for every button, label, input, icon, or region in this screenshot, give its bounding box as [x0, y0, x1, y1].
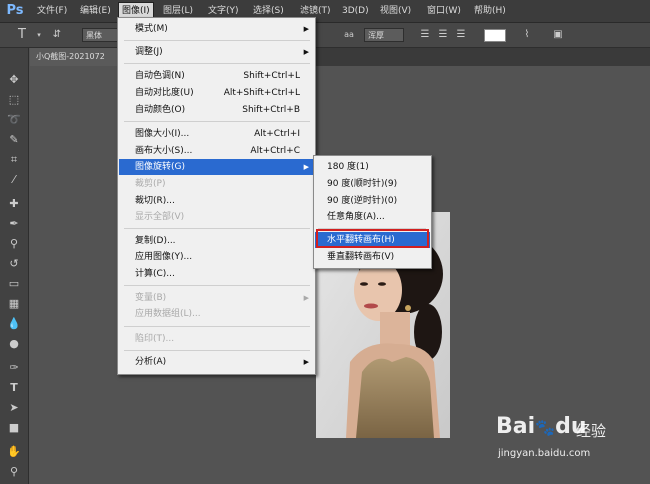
- healing-brush-tool-icon[interactable]: ✚: [5, 196, 23, 212]
- dodge-tool-icon[interactable]: ●: [5, 336, 23, 352]
- align-right-icon[interactable]: ☰: [454, 28, 468, 42]
- menu-item-apply-data-set: 应用数据组(L)...: [135, 309, 201, 319]
- menu-separator: [124, 350, 310, 351]
- menu-separator: [124, 63, 310, 64]
- path-selection-tool-icon[interactable]: ➤: [5, 400, 23, 416]
- submenu-arrow-icon: ▶: [303, 358, 309, 366]
- hand-tool-icon[interactable]: ✋: [5, 444, 23, 460]
- crop-tool-icon[interactable]: ⌗: [5, 152, 23, 168]
- menu-item-reveal-all: 显示全部(V): [135, 212, 185, 222]
- menu-3d[interactable]: 3D(D): [339, 3, 372, 19]
- submenu-item-rotate-90-ccw[interactable]: 90 度(逆时针)(0): [315, 193, 430, 209]
- menu-item-canvas-size[interactable]: 画布大小(S)... Alt+Ctrl+C: [119, 143, 314, 159]
- pen-tool-icon[interactable]: ✑: [5, 360, 23, 376]
- options-bar: T ▾ ⇵ 黑体 aa 浑厚 ☰ ☰ ☰ ⌇ ▣: [0, 23, 650, 48]
- submenu-item-rotate-180[interactable]: 180 度(1): [315, 159, 430, 175]
- menu-item-auto-contrast[interactable]: 自动对比度(U) Alt+Shift+Ctrl+L: [119, 85, 314, 101]
- highlight-callout-box: [316, 229, 429, 248]
- chevron-down-icon[interactable]: ▾: [32, 28, 46, 42]
- menu-item-crop: 裁剪(P): [135, 179, 166, 189]
- document-tab[interactable]: 小Q截图-2021072: [30, 48, 118, 66]
- menu-item-auto-tone[interactable]: 自动色调(N) Shift+Ctrl+L: [119, 68, 314, 84]
- type-tool-icon[interactable]: T: [5, 380, 23, 396]
- menu-separator: [124, 326, 310, 327]
- antialias-icon: aa: [344, 30, 354, 39]
- submenu-arrow-icon: ▶: [303, 163, 309, 171]
- watermark-url: jingyan.baidu.com: [498, 448, 591, 459]
- image-rotation-submenu: 180 度(1) 90 度(顺时针)(9) 90 度(逆时针)(0) 任意角度(…: [313, 155, 432, 269]
- submenu-item-rotate-90-cw[interactable]: 90 度(顺时针)(9): [315, 176, 430, 192]
- marquee-tool-icon[interactable]: ⬚: [5, 92, 23, 108]
- menu-item-trap: 陷印(T)...: [135, 334, 175, 344]
- menu-item-analysis[interactable]: 分析(A) ▶: [119, 354, 314, 370]
- tools-panel: ✥ ⬚ ➰ ✎ ⌗ ⁄ ✚ ✒ ⚲ ↺ ▭ ▦ 💧 ● ✑ T ➤ ■ ✋ ⚲: [0, 48, 29, 484]
- baidu-watermark-logo: Bai🐾du: [496, 414, 587, 439]
- menu-view[interactable]: 视图(V): [377, 3, 414, 19]
- gradient-tool-icon[interactable]: ▦: [5, 296, 23, 312]
- menu-item-calculations[interactable]: 计算(C)...: [119, 266, 314, 282]
- warp-text-icon[interactable]: ⌇: [520, 28, 534, 42]
- panels-toggle-icon[interactable]: ▣: [551, 28, 565, 42]
- menu-window[interactable]: 窗口(W): [424, 3, 464, 19]
- submenu-arrow-icon: ▶: [303, 25, 309, 33]
- shape-tool-icon[interactable]: ■: [5, 420, 23, 436]
- menu-separator: [124, 40, 310, 41]
- antialias-select[interactable]: 浑厚: [364, 28, 404, 42]
- move-tool-icon[interactable]: ✥: [5, 72, 23, 88]
- submenu-item-arbitrary[interactable]: 任意角度(A)...: [315, 209, 430, 225]
- menu-separator: [124, 285, 310, 286]
- watermark-brand: 经验: [576, 422, 607, 440]
- align-center-icon[interactable]: ☰: [436, 28, 450, 42]
- menu-bar: Ps 文件(F) 编辑(E) 图像(I) 图层(L) 文字(Y) 选择(S) 滤…: [0, 0, 650, 23]
- menu-item-duplicate[interactable]: 复制(D)...: [119, 233, 314, 249]
- menu-item-mode[interactable]: 模式(M) ▶: [119, 21, 314, 37]
- orientation-toggle-icon[interactable]: ⇵: [50, 28, 64, 42]
- lasso-tool-icon[interactable]: ➰: [5, 112, 23, 128]
- menu-item-image-size[interactable]: 图像大小(I)... Alt+Ctrl+I: [119, 126, 314, 142]
- menu-item-variables: 变量(B) ▶: [119, 290, 314, 306]
- menu-item-image-rotation[interactable]: 图像旋转(G) ▶: [119, 159, 314, 175]
- menu-separator: [124, 121, 310, 122]
- menu-separator: [124, 228, 310, 229]
- submenu-arrow-icon: ▶: [303, 294, 309, 302]
- type-tool-icon[interactable]: T: [14, 28, 30, 42]
- menu-item-apply-image[interactable]: 应用图像(Y)...: [119, 249, 314, 265]
- history-brush-tool-icon[interactable]: ↺: [5, 256, 23, 272]
- menu-help[interactable]: 帮助(H): [471, 3, 509, 19]
- clone-stamp-tool-icon[interactable]: ⚲: [5, 236, 23, 252]
- menu-item-trim[interactable]: 裁切(R)...: [119, 193, 314, 209]
- font-family-select[interactable]: 黑体: [82, 28, 120, 42]
- brush-tool-icon[interactable]: ✒: [5, 216, 23, 232]
- eraser-tool-icon[interactable]: ▭: [5, 276, 23, 292]
- image-menu-dropdown: 模式(M) ▶ 调整(J) ▶ 自动色调(N) Shift+Ctrl+L 自动对比度(…: [117, 17, 316, 375]
- menu-file[interactable]: 文件(F): [34, 3, 70, 19]
- submenu-item-flip-vertical[interactable]: 垂直翻转画布(V): [315, 249, 430, 265]
- align-left-icon[interactable]: ☰: [418, 28, 432, 42]
- menu-item-adjustments[interactable]: 调整(J) ▶: [119, 44, 314, 60]
- quick-select-tool-icon[interactable]: ✎: [5, 132, 23, 148]
- zoom-tool-icon[interactable]: ⚲: [5, 464, 23, 480]
- blur-tool-icon[interactable]: 💧: [5, 316, 23, 332]
- text-color-swatch[interactable]: [484, 29, 506, 42]
- eyedropper-tool-icon[interactable]: ⁄: [5, 172, 23, 188]
- submenu-arrow-icon: ▶: [303, 48, 309, 56]
- menu-edit[interactable]: 编辑(E): [77, 3, 114, 19]
- menu-item-auto-color[interactable]: 自动颜色(O) Shift+Ctrl+B: [119, 102, 314, 118]
- photoshop-logo: Ps: [6, 3, 24, 18]
